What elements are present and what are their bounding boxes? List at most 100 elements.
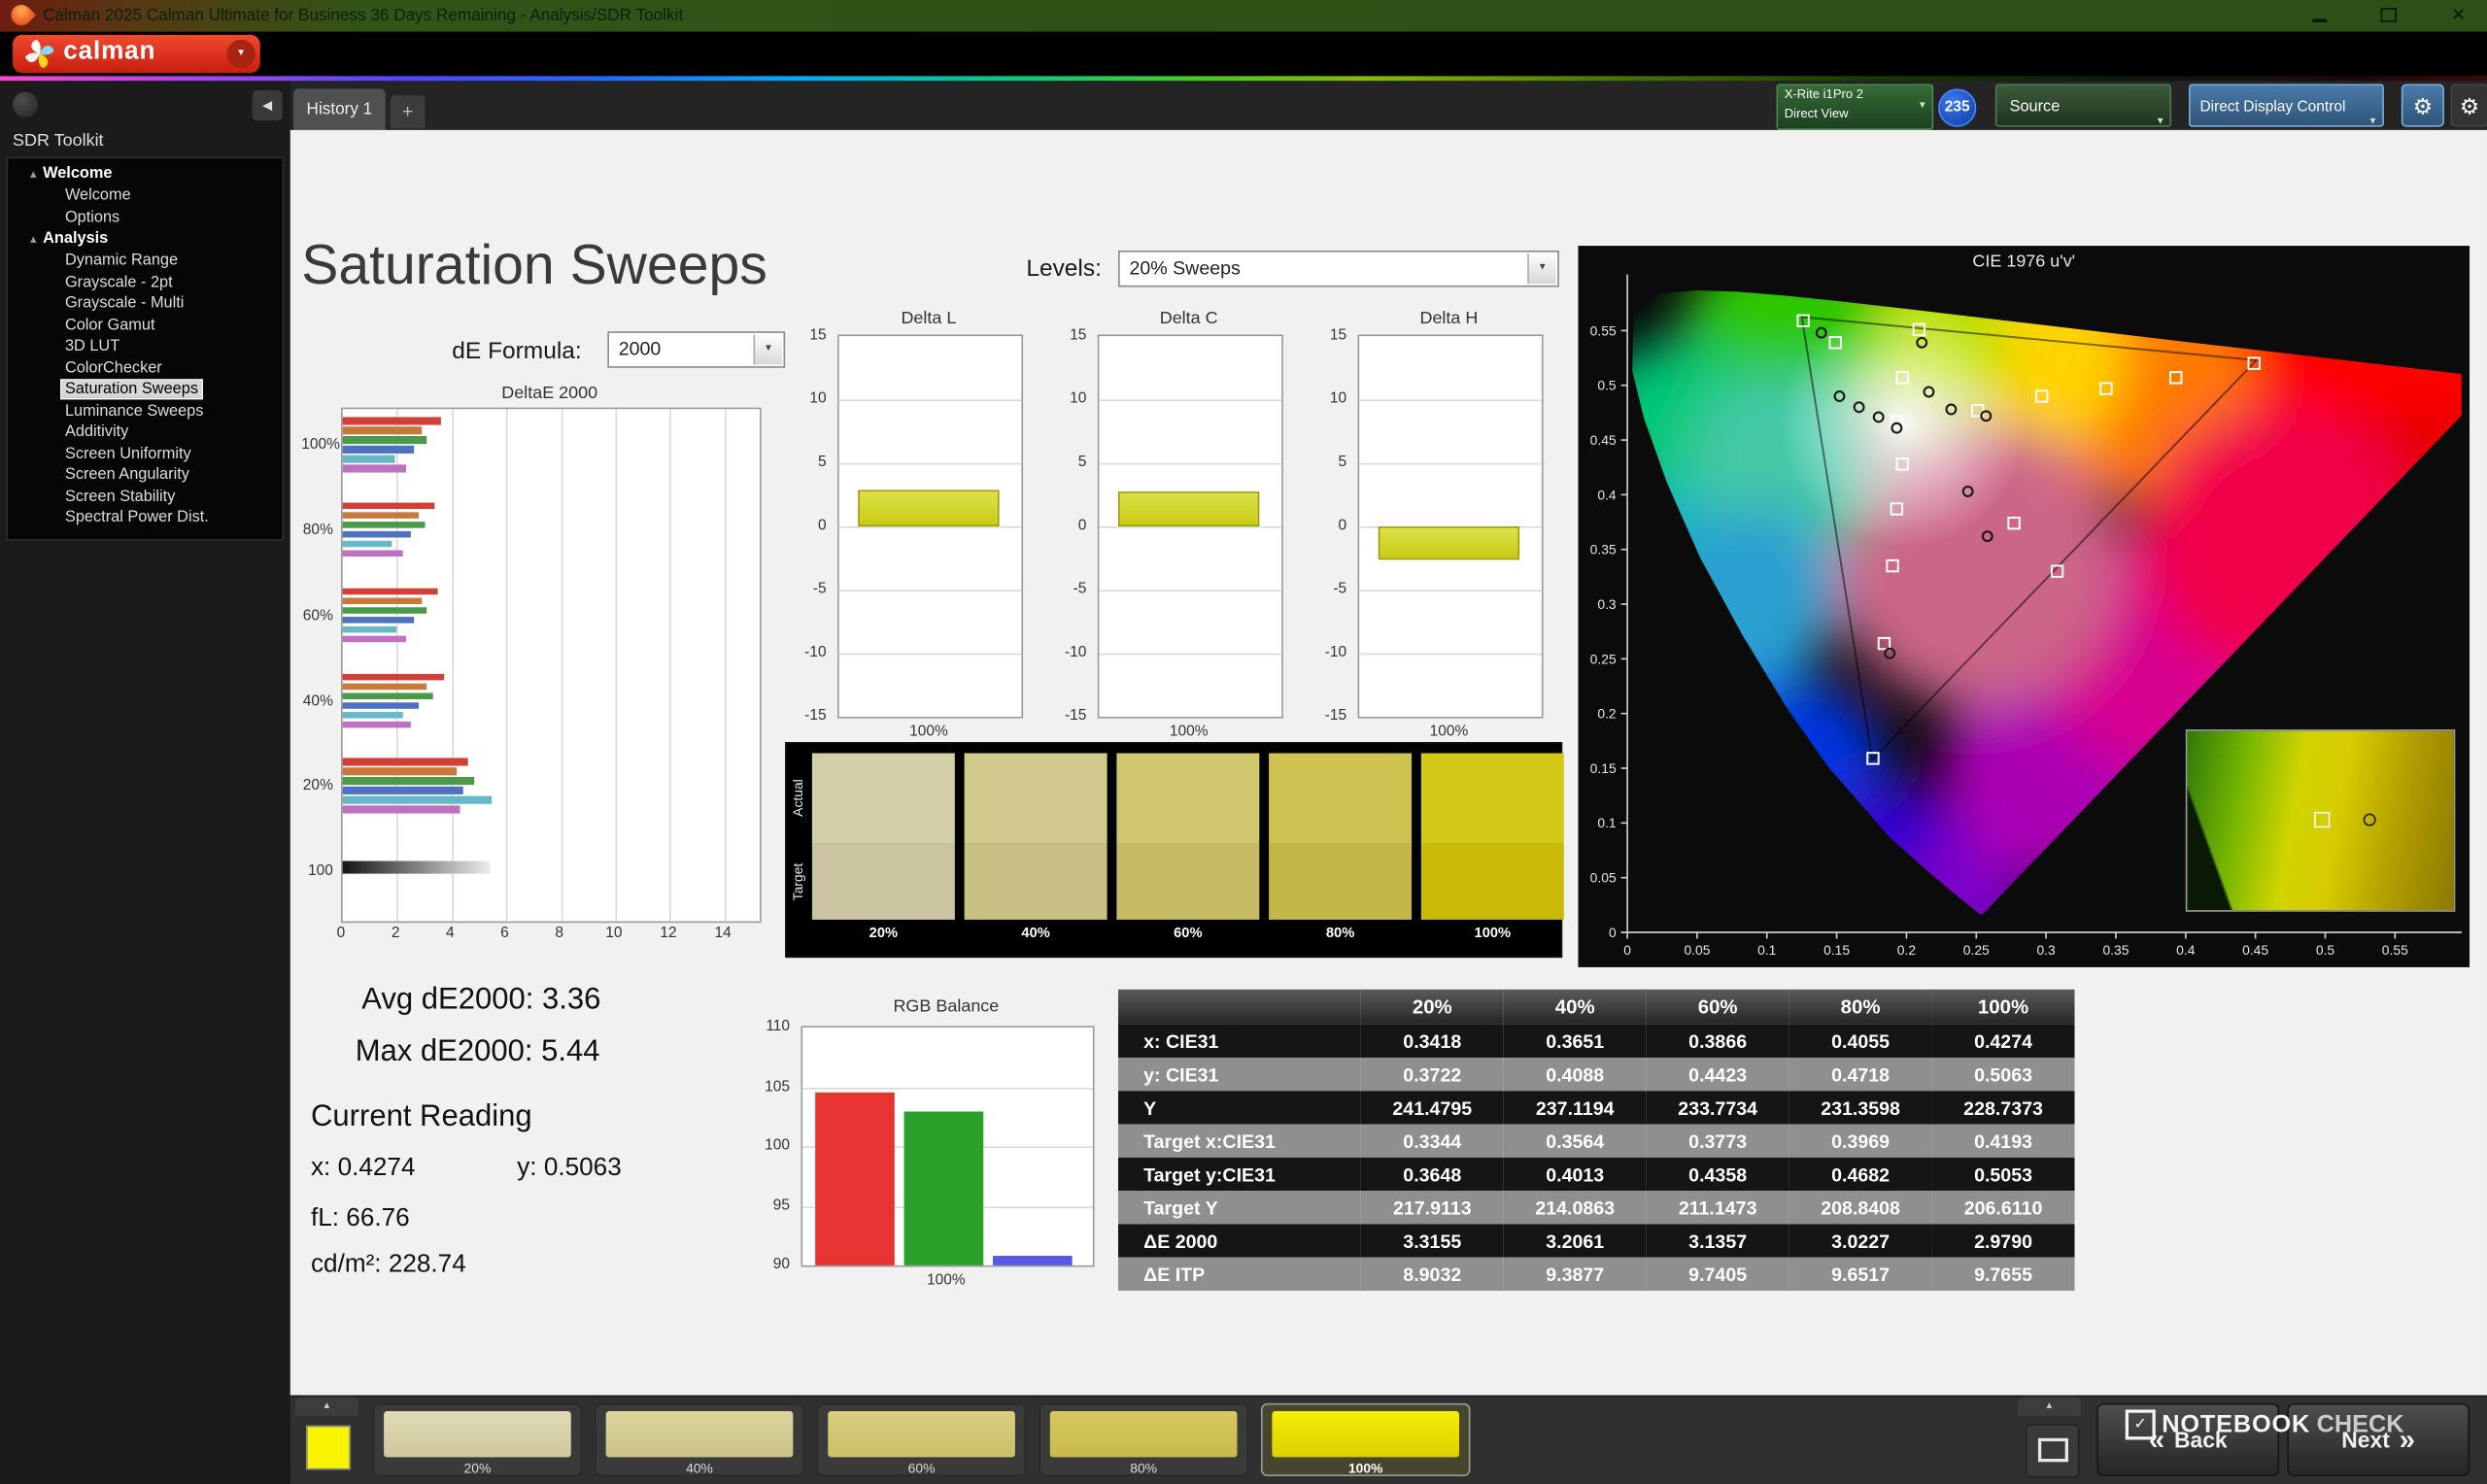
patch-label: 40% bbox=[686, 1460, 713, 1476]
deltae-bar bbox=[342, 711, 403, 719]
deltae-ytick-label: 100 bbox=[307, 862, 333, 881]
cie-xtick-label: 0.05 bbox=[1684, 942, 1710, 958]
sidebar-group-welcome[interactable]: ▴ Welcome bbox=[8, 163, 282, 186]
deltae-bar bbox=[342, 625, 397, 633]
sidebar-item-3d-lut[interactable]: 3D LUT bbox=[8, 336, 282, 357]
deltae-bar bbox=[342, 445, 414, 454]
source-dropdown[interactable]: Source ▼ bbox=[1994, 84, 2172, 127]
cie-ytick-label: 0.35 bbox=[1590, 542, 1617, 557]
current-x: x: 0.4274 bbox=[310, 1154, 416, 1182]
close-button[interactable]: ✕ bbox=[2442, 0, 2474, 32]
deltaH-ytick-label: -15 bbox=[1324, 707, 1347, 725]
workflow-gear-button[interactable]: ⚙ bbox=[2450, 84, 2487, 127]
sidebar-item-screen-stability[interactable]: Screen Stability bbox=[8, 486, 282, 507]
table-cell: 0.4013 bbox=[1503, 1157, 1647, 1192]
titlebar: Calman 2025 Calman Ultimate for Business… bbox=[0, 0, 2487, 32]
sidebar-item-color-gamut[interactable]: Color Gamut bbox=[8, 315, 282, 336]
expander-icon: ▴ bbox=[30, 231, 37, 247]
display-icon bbox=[2037, 1437, 2068, 1463]
table-cell: 0.4274 bbox=[1931, 1024, 2075, 1058]
back-button[interactable]: « Back bbox=[2096, 1402, 2280, 1476]
deltaH-title: Delta H bbox=[1419, 309, 1479, 328]
table-cell: 9.6517 bbox=[1789, 1257, 1932, 1291]
meter-badge[interactable]: 235 bbox=[1938, 88, 1977, 127]
sidebar-item-screen-uniformity[interactable]: Screen Uniformity bbox=[8, 443, 282, 464]
workflow-orb-icon[interactable] bbox=[13, 91, 39, 118]
deltaH-bar bbox=[1378, 526, 1520, 559]
sweep-patch-20[interactable]: 20% bbox=[372, 1402, 583, 1476]
sidebar-item-options[interactable]: Options bbox=[8, 207, 282, 228]
de-formula-select[interactable]: 2000 ▼ bbox=[607, 331, 786, 368]
tab-strip: History 1 + X-Rite i1Pro 2 Direct View ▼… bbox=[290, 81, 2487, 130]
swatch-label: 100% bbox=[1474, 924, 1512, 941]
sweep-patch-40[interactable]: 40% bbox=[595, 1402, 804, 1476]
sidebar-item-colorchecker[interactable]: ColorChecker bbox=[8, 357, 282, 379]
tab-history-1[interactable]: History 1 bbox=[293, 88, 386, 130]
sidebar-item-grayscale-multi[interactable]: Grayscale - Multi bbox=[8, 293, 282, 315]
table-row: Target Y 217.9113 214.0863 211.1473 208.8408… bbox=[1118, 1191, 2075, 1225]
settings-gear-button[interactable]: ⚙ bbox=[2401, 84, 2444, 127]
deltae-bar bbox=[342, 787, 463, 794]
actual-swatch bbox=[1420, 753, 1564, 844]
deltae-bar bbox=[342, 721, 411, 728]
cie-ytick-label: 0.3 bbox=[1597, 596, 1617, 612]
deltae-xlabels: 0 2 4 6 8 10 12 14 bbox=[337, 924, 758, 944]
table-row-label: ΔE ITP bbox=[1118, 1257, 1361, 1291]
sidebar-collapse-button[interactable]: ◀ bbox=[252, 90, 283, 121]
minimize-button[interactable] bbox=[2303, 0, 2335, 32]
sidebar-item-label: Grayscale - Multi bbox=[64, 294, 185, 313]
sidebar-item-grayscale-2pt[interactable]: Grayscale - 2pt bbox=[8, 272, 282, 293]
display-control-dropdown[interactable]: Direct Display Control ▼ bbox=[2189, 84, 2384, 127]
sidebar-item-welcome[interactable]: Welcome bbox=[8, 186, 282, 207]
deltaL-chart: Delta L 15 10 5 0 -5 -10 -15 100% bbox=[793, 309, 1034, 753]
deltaC-ylabels: 15 10 5 0 -5 -10 -15 bbox=[1053, 326, 1093, 725]
sidebar-item-additivity[interactable]: Additivity bbox=[8, 422, 282, 443]
deltae-bar bbox=[342, 596, 423, 605]
patch-label: 20% bbox=[463, 1460, 492, 1476]
next-button[interactable]: Next » bbox=[2287, 1402, 2470, 1476]
sweep-patch-60[interactable]: 60% bbox=[816, 1402, 1027, 1476]
deltae-xtick-label: 8 bbox=[555, 924, 563, 942]
sweep-patch-80[interactable]: 80% bbox=[1039, 1402, 1248, 1476]
sidebar-item-luminance-sweeps[interactable]: Luminance Sweeps bbox=[8, 400, 282, 422]
cie-panel: CIE 1976 u'v' 0 0 0.05 0.05 0.1 0.1 0.15… bbox=[1578, 246, 2470, 967]
table-row: Target x:CIE31 0.3344 0.3564 0.3773 0.3969 0.… bbox=[1118, 1124, 2075, 1158]
add-tab-button[interactable]: + bbox=[390, 94, 426, 129]
sidebar-item-saturation-sweeps[interactable]: Saturation Sweeps bbox=[8, 379, 282, 400]
cie-xtick-label: 0.4 bbox=[2176, 942, 2196, 958]
deltaL-title: Delta L bbox=[901, 309, 957, 328]
sweep-patch-100[interactable]: 100% bbox=[1260, 1402, 1471, 1476]
deltae-bar bbox=[342, 530, 411, 539]
app-window: Calman 2025 Calman Ultimate for Business… bbox=[0, 0, 2487, 1484]
table-cell: 3.0227 bbox=[1789, 1224, 1932, 1258]
meter-dropdown[interactable]: X-Rite i1Pro 2 Direct View ▼ bbox=[1776, 84, 1934, 130]
rgb-ytick-label: 100 bbox=[765, 1136, 791, 1155]
patch-swatch bbox=[1049, 1411, 1238, 1458]
pattern-window-button[interactable] bbox=[2025, 1424, 2080, 1478]
swatch-panel: Actual Target 20% 40% 60% 80% 100% bbox=[785, 742, 1564, 959]
deltae-bar bbox=[342, 417, 441, 424]
deltaC-ytick-label: 15 bbox=[1070, 326, 1087, 345]
target-swatch bbox=[1269, 843, 1413, 920]
deltae-ytick-label: 20% bbox=[302, 777, 333, 795]
levels-value: 20% Sweeps bbox=[1129, 256, 1241, 280]
levels-select[interactable]: 20% Sweeps ▼ bbox=[1118, 250, 1559, 287]
deltae-bar bbox=[342, 435, 427, 444]
logo-dropdown[interactable]: ▼ bbox=[226, 39, 256, 69]
inset-target-marker bbox=[2314, 811, 2331, 828]
calman-logo-button[interactable]: calman ▼ bbox=[13, 34, 260, 74]
sidebar-group-analysis[interactable]: ▴ Analysis bbox=[8, 228, 282, 251]
display-control-label: Direct Display Control bbox=[2199, 98, 2346, 117]
deltaL-bar bbox=[858, 489, 1000, 527]
sidebar-item-screen-angularity[interactable]: Screen Angularity bbox=[8, 464, 282, 486]
table-cell: 0.3722 bbox=[1360, 1057, 1504, 1092]
sidebar-item-dynamic-range[interactable]: Dynamic Range bbox=[8, 251, 282, 272]
table-row-label: Target Y bbox=[1118, 1191, 1361, 1225]
app-icon bbox=[7, 0, 37, 30]
deltaL-ytick-label: 15 bbox=[809, 326, 827, 345]
sidebar-item-spectral-power-dist[interactable]: Spectral Power Dist. bbox=[8, 507, 282, 528]
maximize-button[interactable] bbox=[2372, 0, 2404, 32]
table-column-header: 100% bbox=[1931, 989, 2075, 1025]
cie-ytick-label: 0.05 bbox=[1590, 870, 1617, 886]
right-panel-handle[interactable]: ▴ bbox=[2017, 1397, 2082, 1416]
